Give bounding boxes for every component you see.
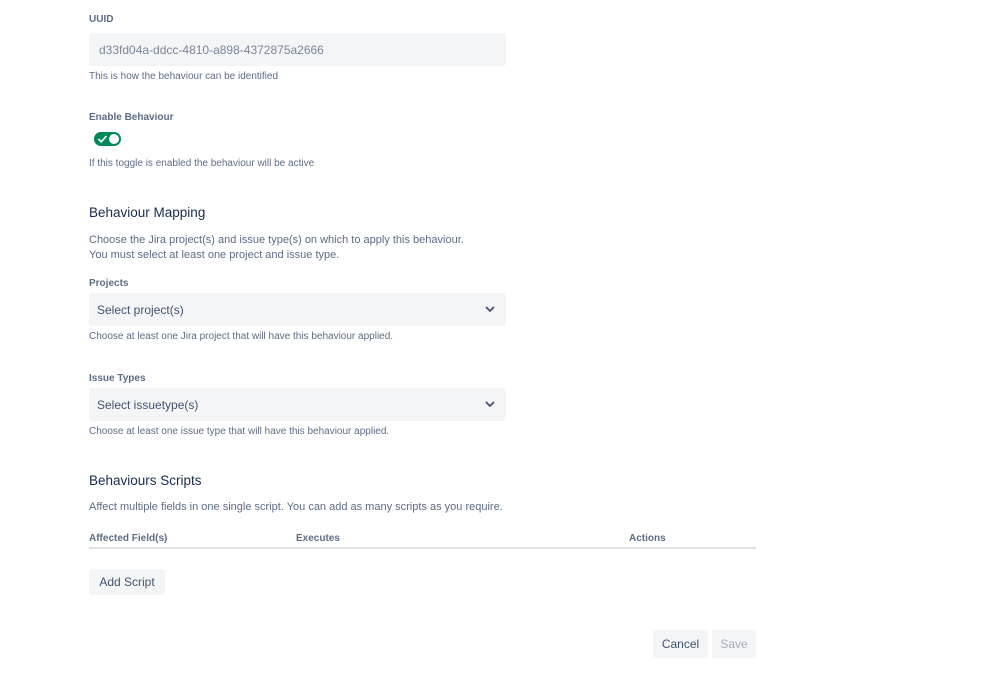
projects-select[interactable]: Select project(s) (89, 293, 506, 326)
cancel-button[interactable]: Cancel (653, 630, 708, 658)
uuid-label: UUID (89, 14, 114, 25)
uuid-value: d33fd04a-ddcc-4810-a898-4372875a2666 (99, 42, 324, 57)
projects-label: Projects (89, 278, 129, 289)
behaviours-scripts-description: Affect multiple fields in one single scr… (89, 501, 503, 513)
behaviour-mapping-title: Behaviour Mapping (89, 205, 206, 220)
column-actions: Actions (629, 533, 666, 544)
enable-behaviour-helper: If this toggle is enabled the behaviour … (89, 158, 315, 169)
uuid-helper: This is how the behaviour can be identif… (89, 71, 279, 82)
mapping-desc-line-2: You must select at least one project and… (89, 249, 340, 261)
issue-types-helper: Choose at least one issue type that will… (89, 426, 390, 437)
toggle-knob (109, 134, 119, 144)
uuid-field[interactable]: d33fd04a-ddcc-4810-a898-4372875a2666 (89, 33, 506, 66)
enable-behaviour-label: Enable Behaviour (89, 112, 174, 123)
issue-types-placeholder: Select issuetype(s) (97, 397, 199, 412)
behaviours-scripts-title: Behaviours Scripts (89, 473, 202, 488)
check-icon (98, 135, 107, 143)
projects-helper: Choose at least one Jira project that wi… (89, 331, 394, 342)
behaviour-mapping-description: Choose the Jira project(s) and issue typ… (89, 233, 464, 263)
issue-types-label: Issue Types (89, 373, 146, 384)
save-button[interactable]: Save (712, 630, 756, 658)
column-executes: Executes (296, 533, 340, 544)
projects-placeholder: Select project(s) (97, 302, 184, 317)
chevron-down-icon (484, 399, 496, 411)
column-affected-fields: Affected Field(s) (89, 533, 168, 544)
issue-types-select[interactable]: Select issuetype(s) (89, 388, 506, 421)
mapping-desc-line-1: Choose the Jira project(s) and issue typ… (89, 234, 464, 246)
add-script-button[interactable]: Add Script (89, 569, 165, 595)
table-header-divider (89, 547, 756, 549)
enable-behaviour-toggle[interactable] (94, 132, 121, 146)
chevron-down-icon (484, 304, 496, 316)
